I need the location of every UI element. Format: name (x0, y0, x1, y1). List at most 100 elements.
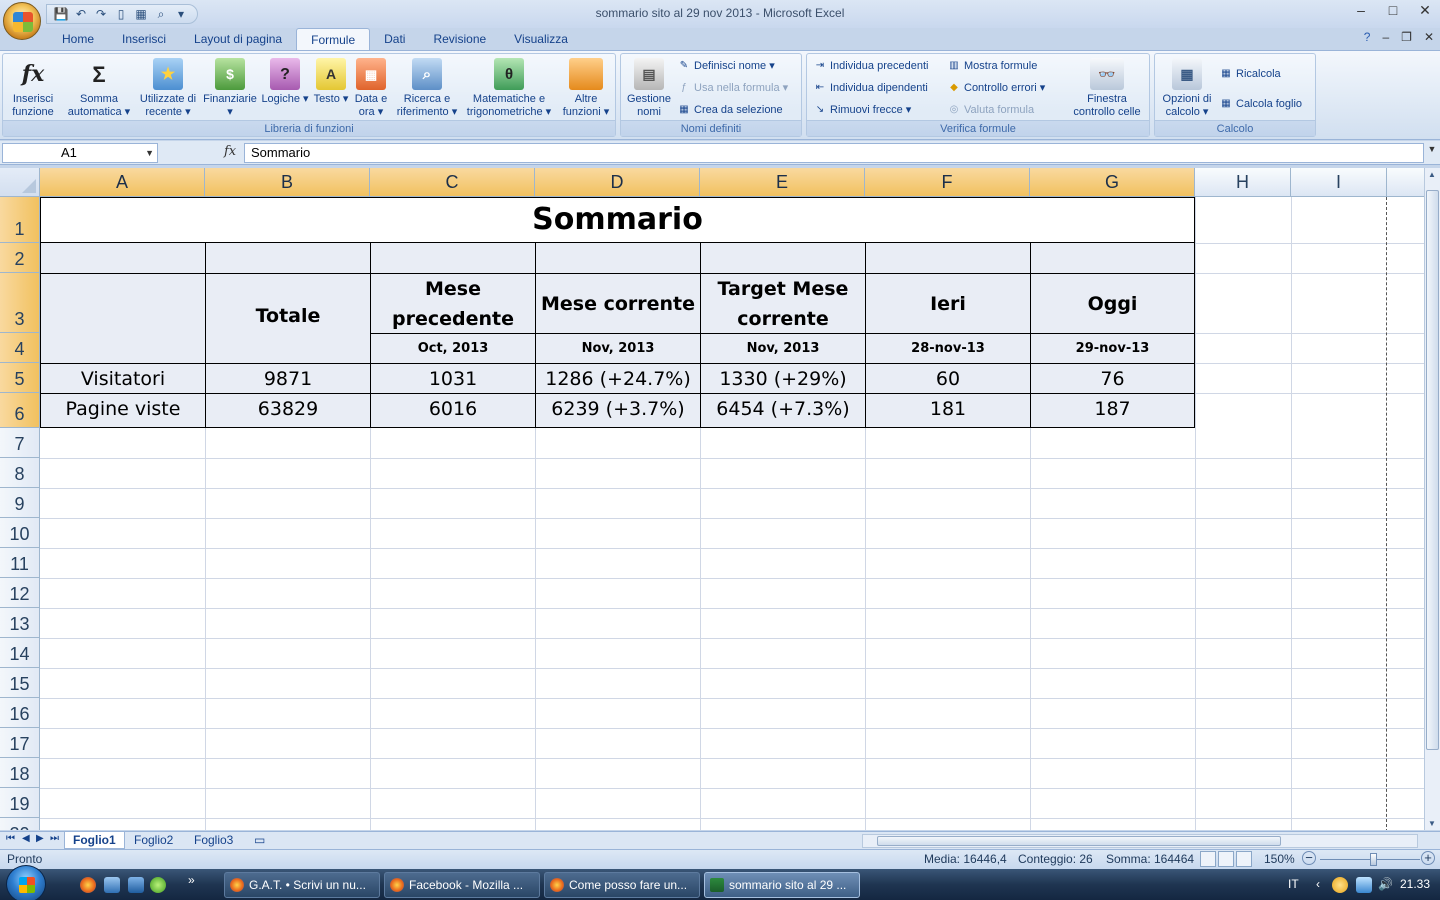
finestra-controllo-button[interactable]: 👓 Finestra controllo celle (1065, 56, 1149, 120)
normal-view-icon[interactable] (1200, 851, 1216, 867)
cell-c6[interactable]: 6016 (370, 393, 536, 428)
logiche-button[interactable]: ? Logiche ▾ (261, 56, 309, 120)
somma-automatica-button[interactable]: Σ Somma automatica ▾ (65, 56, 133, 120)
scroll-down-icon[interactable]: ▼ (1428, 819, 1436, 828)
page-break-view-icon[interactable] (1236, 851, 1252, 867)
help-icon[interactable]: ? (1364, 30, 1371, 44)
cell-a3-a4[interactable] (40, 273, 206, 364)
column-header-e[interactable]: E (700, 168, 865, 197)
tab-dati[interactable]: Dati (370, 28, 419, 50)
row-header-3[interactable]: 3 (0, 273, 40, 333)
data-ora-button[interactable]: ▦ Data e ora ▾ (351, 56, 391, 120)
testo-button[interactable]: A Testo ▾ (311, 56, 351, 120)
scroll-up-icon[interactable]: ▲ (1428, 170, 1436, 179)
cell-c2[interactable] (370, 242, 536, 274)
row-header-16[interactable]: 16 (0, 698, 40, 728)
horizontal-scroll-thumb[interactable] (877, 836, 1281, 846)
row-header-5[interactable]: 5 (0, 363, 40, 393)
individua-precedenti-button[interactable]: ⇥ Individua precedenti (813, 56, 929, 76)
expand-formula-bar-icon[interactable]: ▼ (1426, 144, 1438, 162)
tab-home[interactable]: Home (48, 28, 108, 50)
cell-a2[interactable] (40, 242, 206, 274)
row-header-4[interactable]: 4 (0, 333, 40, 363)
cell-e6[interactable]: 6454 (+7.3%) (700, 393, 866, 428)
zoom-slider-thumb[interactable] (1370, 853, 1377, 866)
row-header-15[interactable]: 15 (0, 668, 40, 698)
cell-f2[interactable] (865, 242, 1031, 274)
cell-g2[interactable] (1030, 242, 1195, 274)
ricerca-riferimento-button[interactable]: ⌕ Ricerca e riferimento ▾ (393, 56, 461, 120)
column-header-c[interactable]: C (370, 168, 535, 197)
header-totale[interactable]: Totale (205, 273, 371, 364)
tab-layout[interactable]: Layout di pagina (180, 28, 296, 50)
workbook-minimize-icon[interactable]: – (1382, 30, 1389, 44)
column-header-g[interactable]: G (1030, 168, 1195, 197)
row-header-9[interactable]: 9 (0, 488, 40, 518)
desktop-icon[interactable] (104, 877, 120, 893)
cell-b5[interactable]: 9871 (205, 363, 371, 394)
cell-e5[interactable]: 1330 (+29%) (700, 363, 866, 394)
task-facebook[interactable]: Facebook - Mozilla ... (384, 872, 540, 898)
column-header-j[interactable] (1387, 168, 1424, 197)
controllo-errori-button[interactable]: ◆ Controllo errori ▾ (947, 78, 1045, 98)
insert-function-icon[interactable]: fx (224, 144, 236, 159)
sheet-tab-foglio2[interactable]: Foglio2 (126, 832, 181, 849)
altre-funzioni-button[interactable]: Altre funzioni ▾ (559, 56, 613, 120)
cell-b2[interactable] (205, 242, 371, 274)
office-button[interactable] (3, 2, 41, 40)
prev-sheet-icon[interactable]: ◀ (22, 833, 30, 844)
insert-sheet-icon[interactable]: ▭ (246, 832, 273, 849)
tab-revisione[interactable]: Revisione (419, 28, 500, 50)
subheader-oggi[interactable]: 29-nov-13 (1030, 333, 1195, 364)
header-mese-precedente[interactable]: Mese precedente (370, 273, 536, 334)
rimuovi-frecce-button[interactable]: ↘ Rimuovi frecce ▾ (813, 100, 912, 120)
cell-f5[interactable]: 60 (865, 363, 1031, 394)
task-excel[interactable]: sommario sito al 29 ... (704, 872, 860, 898)
workbook-close-icon[interactable]: ✕ (1424, 30, 1434, 44)
calcola-foglio-button[interactable]: ▦ Calcola foglio (1219, 94, 1302, 114)
cell-b6[interactable]: 63829 (205, 393, 371, 428)
formula-input[interactable]: Sommario (244, 143, 1424, 163)
app-icon[interactable] (150, 877, 166, 893)
valuta-formula-button[interactable]: ◎ Valuta formula (947, 100, 1034, 120)
tab-visualizza[interactable]: Visualizza (500, 28, 582, 50)
row-header-20[interactable]: 20 (0, 818, 40, 830)
column-header-i[interactable]: I (1291, 168, 1387, 197)
row-header-2[interactable]: 2 (0, 243, 40, 273)
row-header-1[interactable]: 1 (0, 197, 40, 243)
row-header-18[interactable]: 18 (0, 758, 40, 788)
subheader-target[interactable]: Nov, 2013 (700, 333, 866, 364)
subheader-mese-precedente[interactable]: Oct, 2013 (370, 333, 536, 364)
language-indicator[interactable]: IT (1288, 877, 1299, 891)
cell-d6[interactable]: 6239 (+3.7%) (535, 393, 701, 428)
cell-d5[interactable]: 1286 (+24.7%) (535, 363, 701, 394)
select-all-corner[interactable] (0, 168, 40, 197)
row-header-6[interactable]: 6 (0, 393, 40, 428)
vertical-scrollbar[interactable]: ▲ ▼ (1424, 168, 1440, 830)
row-header-12[interactable]: 12 (0, 578, 40, 608)
sheet-tab-foglio1[interactable]: Foglio1 (64, 832, 125, 849)
workbook-restore-icon[interactable]: ❐ (1401, 30, 1412, 44)
zoom-out-icon[interactable]: − (1302, 851, 1316, 865)
row-header-14[interactable]: 14 (0, 638, 40, 668)
minimize-button[interactable]: – (1352, 2, 1370, 19)
header-ieri[interactable]: Ieri (865, 273, 1031, 334)
first-sheet-icon[interactable]: ⏮ (6, 833, 15, 844)
cell-g6[interactable]: 187 (1030, 393, 1195, 428)
tab-formule[interactable]: Formule (296, 28, 371, 50)
start-button[interactable] (6, 865, 46, 900)
close-button[interactable]: ✕ (1416, 2, 1434, 19)
finanziarie-button[interactable]: $ Finanziarie ▾ (201, 56, 259, 120)
subheader-ieri[interactable]: 28-nov-13 (865, 333, 1031, 364)
row-header-8[interactable]: 8 (0, 458, 40, 488)
vertical-scroll-thumb[interactable] (1426, 190, 1439, 750)
firefox-icon[interactable] (80, 877, 96, 893)
individua-dipendenti-button[interactable]: ⇤ Individua dipendenti (813, 78, 928, 98)
tab-inserisci[interactable]: Inserisci (108, 28, 180, 50)
row-header-10[interactable]: 10 (0, 518, 40, 548)
column-header-a[interactable]: A (40, 168, 205, 197)
cell-a1-title[interactable]: Sommario (40, 197, 1195, 243)
cell-g5[interactable]: 76 (1030, 363, 1195, 394)
cell-a5-label[interactable]: Visitatori (40, 363, 206, 394)
subheader-mese-corrente[interactable]: Nov, 2013 (535, 333, 701, 364)
